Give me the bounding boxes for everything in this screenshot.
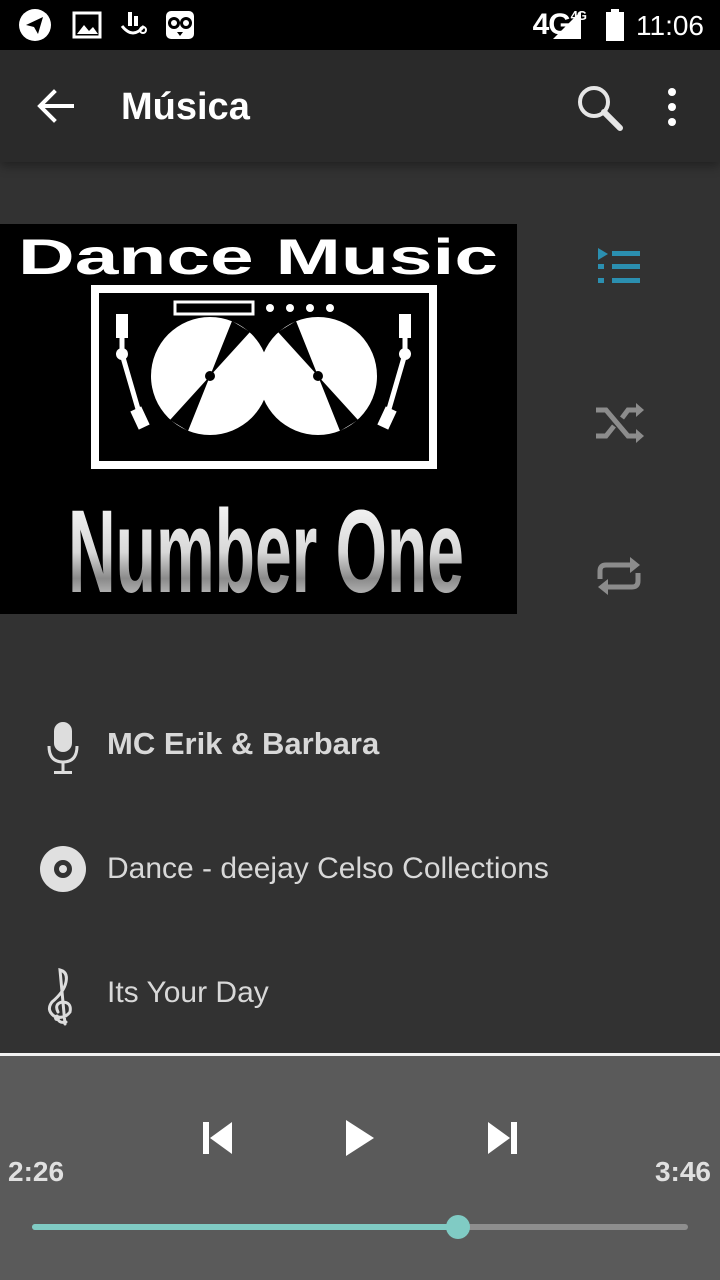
album-row: Dance - deejay Celso Collections	[0, 824, 720, 914]
elapsed-time: 2:26	[8, 1156, 65, 1187]
play-icon[interactable]	[328, 1108, 388, 1168]
shuffle-icon[interactable]	[588, 392, 650, 454]
player-controls: 2:26 3:46	[0, 1056, 720, 1280]
clock: 11:06	[636, 10, 704, 41]
seek-bar-thumb[interactable]	[446, 1215, 471, 1239]
signal-icon	[553, 11, 581, 39]
album-art-graphic: Dance Music Number One	[18, 229, 498, 614]
owl-icon	[166, 11, 194, 39]
album-name: Dance - deejay Celso Collections	[107, 852, 549, 885]
telegram-icon	[19, 9, 51, 41]
skip-next-icon[interactable]	[472, 1108, 532, 1168]
touchpal-icon	[120, 12, 147, 35]
disc-icon	[40, 846, 86, 892]
microphone-icon	[47, 722, 79, 774]
artist-row: MC Erik & Barbara	[0, 700, 720, 790]
search-icon[interactable]	[572, 80, 626, 134]
seek-bar-progress	[32, 1224, 459, 1230]
battery-icon	[606, 9, 624, 41]
treble-clef-icon	[47, 968, 72, 1026]
artist-name: MC Erik & Barbara	[107, 726, 380, 761]
title-row: Its Your Day	[0, 948, 720, 1038]
arrow-back-icon[interactable]	[30, 80, 82, 132]
skip-previous-icon[interactable]	[188, 1108, 248, 1168]
album-art-line1: Dance Music	[18, 229, 498, 285]
gallery-icon	[72, 11, 102, 39]
status-bar: 4G4G 11:06	[0, 0, 720, 50]
repeat-icon[interactable]	[588, 545, 650, 607]
album-art: Dance Music Number One	[0, 224, 517, 614]
more-vert-icon[interactable]	[654, 80, 690, 134]
page-title: Música	[121, 86, 250, 128]
track-title: Its Your Day	[107, 976, 269, 1009]
app-toolbar: Música	[0, 50, 720, 162]
total-duration: 3:46	[654, 1156, 711, 1187]
seek-bar[interactable]	[32, 1215, 688, 1239]
album-art-line2: Number One	[68, 486, 464, 614]
queue-list-icon[interactable]	[588, 238, 650, 300]
